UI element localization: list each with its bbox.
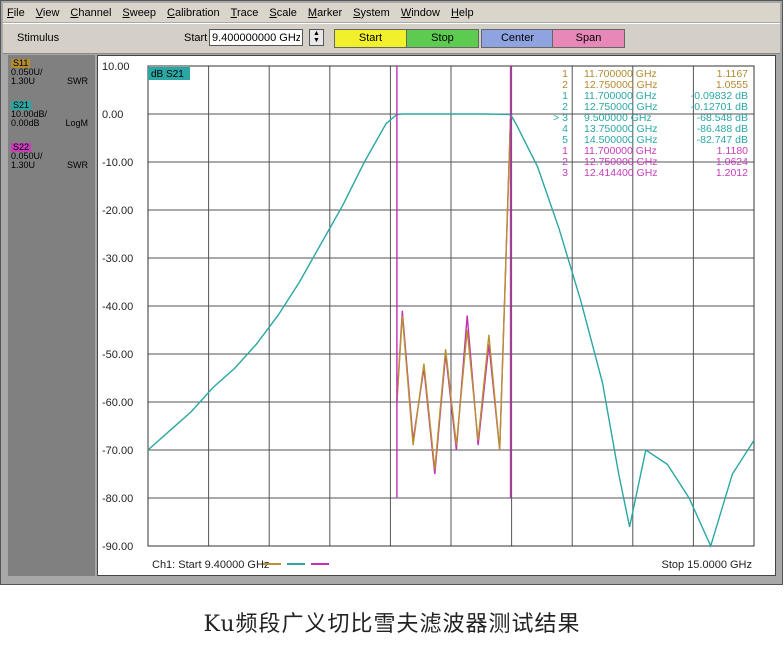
stimulus-label: Stimulus xyxy=(17,32,60,44)
menu-system[interactable]: System xyxy=(349,7,397,19)
start-spinner[interactable]: ▲ ▼ xyxy=(309,29,324,46)
y-tick-label: -20.00 xyxy=(102,205,133,217)
analyzer-window: File View Channel Sweep Calibration Trace Scal… xyxy=(0,0,783,585)
center-button[interactable]: Center xyxy=(481,29,554,48)
y-tick-label: -90.00 xyxy=(102,541,133,553)
y-tick-label: 10.00 xyxy=(102,61,130,73)
trace-panel: S11 0.050U/ 1.30U SWR S21 10.00dB/ 0.00d… xyxy=(8,55,95,576)
trace-s21[interactable]: S21 10.00dB/ 0.00dB LogM xyxy=(11,101,92,128)
menu-sweep[interactable]: Sweep xyxy=(118,7,163,19)
menu-file[interactable]: File xyxy=(3,7,32,19)
trace-s22-ref: 1.30U xyxy=(11,160,36,170)
menu-marker[interactable]: Marker xyxy=(304,7,349,19)
menu-bar: File View Channel Sweep Calibration Trace Scal… xyxy=(3,3,780,22)
y-tick-label: -70.00 xyxy=(102,445,133,457)
menu-view[interactable]: View xyxy=(32,7,67,19)
menu-window[interactable]: Window xyxy=(397,7,447,19)
start-button[interactable]: Start xyxy=(334,29,407,48)
span-button[interactable]: Span xyxy=(552,29,625,48)
start-label: Start xyxy=(184,32,208,44)
trace-s11[interactable]: S11 0.050U/ 1.30U SWR xyxy=(11,59,92,86)
y-tick-label: -60.00 xyxy=(102,397,133,409)
menu-calibration[interactable]: Calibration xyxy=(163,7,227,19)
menu-scale[interactable]: Scale xyxy=(265,7,304,19)
trace-s21-ref: 0.00dB xyxy=(11,118,40,128)
series-s11 xyxy=(396,118,512,470)
menu-help[interactable]: Help xyxy=(447,7,481,19)
stimulus-toolbar: Stimulus Start ▲▼ Start Stop Center Span xyxy=(3,23,780,54)
y-tick-label: -10.00 xyxy=(102,157,133,169)
figure-caption: Ku频段广义切比雪夫滤波器测试结果 xyxy=(203,612,581,637)
y-tick-label: -80.00 xyxy=(102,493,133,505)
y-tick-label: -30.00 xyxy=(102,253,133,265)
trace-s11-format: SWR xyxy=(67,76,88,86)
start-frequency-input[interactable] xyxy=(209,29,303,46)
marker-frequency: 12.414400 GHz xyxy=(584,167,658,179)
chart-area[interactable]: 10.00 0.00 -10.00 -20.00 -30.00 -40.00 -50.00 -… xyxy=(97,55,776,576)
y-tick-label: -50.00 xyxy=(102,349,133,361)
trace-s22[interactable]: S22 0.050U/ 1.30U SWR xyxy=(11,143,92,170)
footer-start: Ch1: Start 9.40000 GHz xyxy=(152,559,269,571)
menu-trace[interactable]: Trace xyxy=(227,7,266,19)
y-tick-label: -40.00 xyxy=(102,301,133,313)
marker-number: 3 xyxy=(562,167,568,179)
marker-value: 1.2012 xyxy=(716,167,748,179)
stop-button[interactable]: Stop xyxy=(406,29,479,48)
footer-stop: Stop 15.0000 GHz xyxy=(661,559,752,571)
trace-s21-format: LogM xyxy=(65,118,88,128)
y-tick-label: 0.00 xyxy=(102,109,123,121)
trace-s22-format: SWR xyxy=(67,160,88,170)
sparameter-chart: 10.00 0.00 -10.00 -20.00 -30.00 -40.00 -50.00 -… xyxy=(102,61,755,571)
menu-channel[interactable]: Channel xyxy=(66,7,118,19)
trace-s11-ref: 1.30U xyxy=(11,76,36,86)
trace-tag: dB S21 xyxy=(151,69,184,80)
